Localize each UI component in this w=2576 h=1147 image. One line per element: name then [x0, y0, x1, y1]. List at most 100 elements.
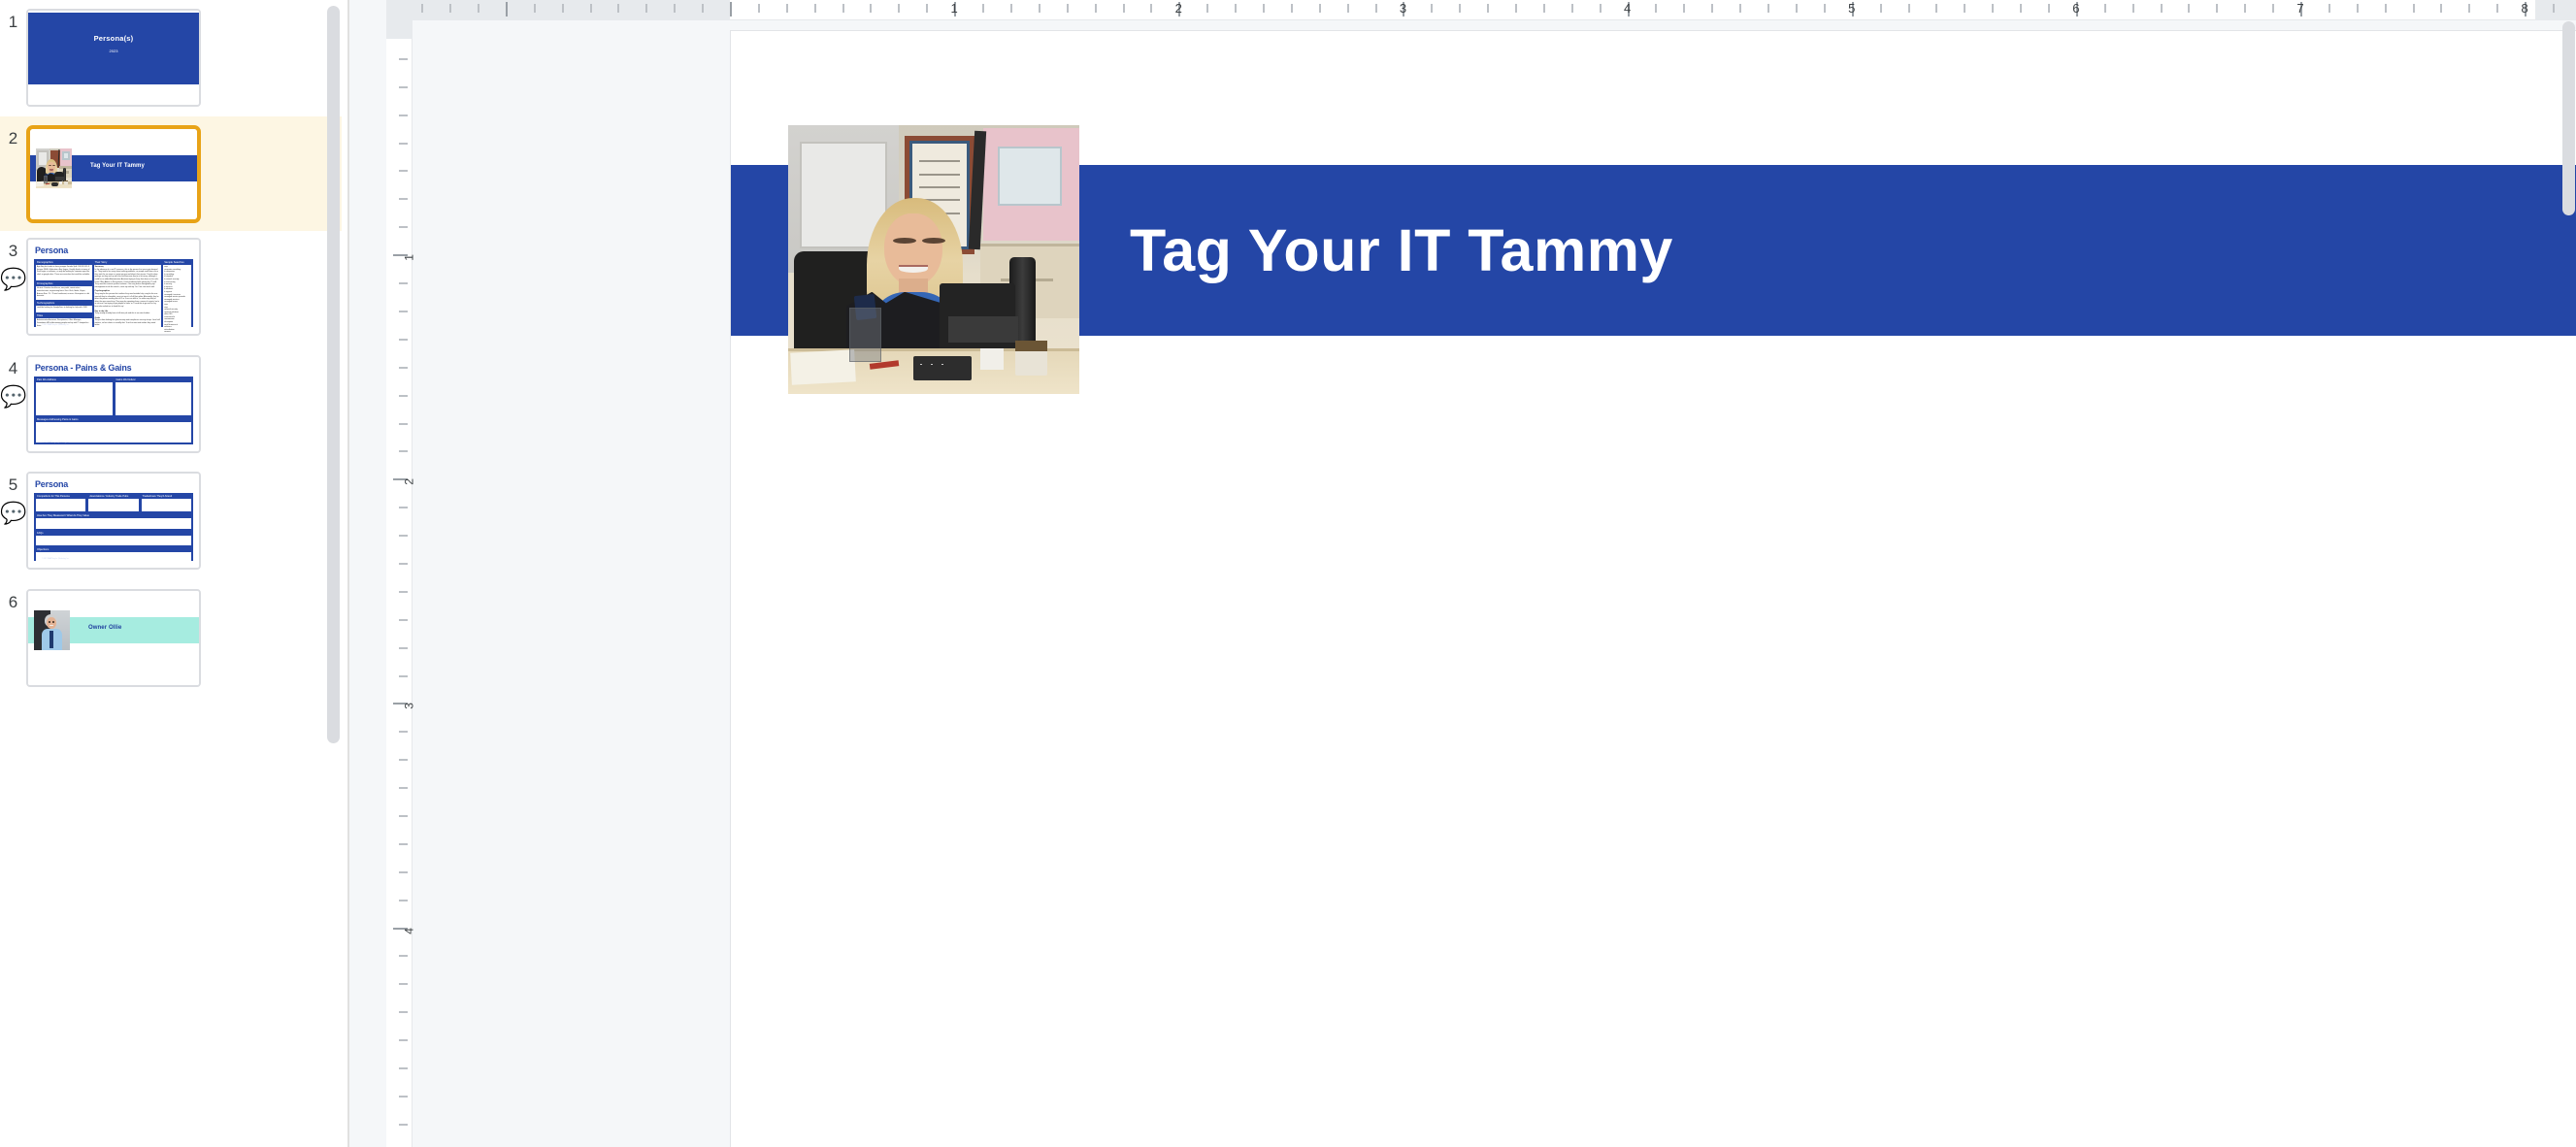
ruler-tick	[399, 282, 408, 285]
ruler-tick	[421, 4, 424, 13]
gains-we-deliver-box[interactable]	[115, 382, 191, 415]
ruler-tick	[1487, 4, 1490, 13]
ruler-tick	[399, 955, 408, 958]
ruler-tick	[399, 590, 408, 593]
slide-thumbnail-frame-4[interactable]: Persona - Pains & Gains Pain We Address …	[26, 355, 201, 453]
slide-thumbnail-6[interactable]: 6 Owner Ollie	[0, 580, 342, 693]
slide-thumbnail-3[interactable]: 3 💬 Persona Demographics Age: Any but te…	[0, 229, 342, 342]
ruler-tick	[1318, 4, 1321, 13]
ruler-tick	[399, 731, 408, 734]
ruler-tick	[1542, 4, 1545, 13]
ruler-tick	[2440, 4, 2443, 13]
ruler-tick	[399, 85, 408, 88]
ruler-tick	[1290, 4, 1293, 13]
ruler-tick	[2188, 4, 2191, 13]
ruler-label-h-5: 5	[1848, 1, 1856, 16]
ruler-label-h-4: 4	[1623, 1, 1632, 16]
competitors-box[interactable]	[36, 499, 86, 511]
thumbnail-panel-scrollbar[interactable]	[327, 6, 340, 743]
slide-number-1: 1	[8, 13, 18, 31]
worksheet-board-3: Demographics Age: Any but tends to skew …	[34, 259, 193, 334]
slide-thumbnail-4[interactable]: 4 💬 Persona - Pains & Gains Pain We Addr…	[0, 346, 342, 459]
slide-thumbnail-5[interactable]: 5 💬 Persona Competitors for This Persona	[0, 463, 342, 575]
ruler-tick	[757, 4, 760, 13]
slide-thumbnail-2[interactable]: 2 Tag Your IT Tammy	[0, 116, 342, 231]
horizontal-ruler[interactable]: 123456789	[413, 0, 2576, 20]
slide-thumbnail-frame-1[interactable]: Persona(s) 2023	[26, 9, 201, 107]
worksheet-board-4: Pain We Address Gains We Deliver Message…	[34, 377, 193, 444]
ruler-tick	[1066, 4, 1069, 13]
canvas-vertical-scrollbar[interactable]	[2562, 21, 2575, 215]
objections-box[interactable]	[36, 552, 191, 563]
slide-thumbnail-1[interactable]: 1 Persona(s) 2023	[0, 0, 342, 113]
slide-editor-window: 1 Persona(s) 2023 2 Tag Your IT Tammy 3 …	[0, 0, 2576, 1147]
ruler-tick	[870, 4, 873, 13]
ruler-tick	[399, 1095, 408, 1098]
persona-photo[interactable]	[788, 125, 1079, 394]
slide-thumbnail-panel[interactable]: 1 Persona(s) 2023 2 Tag Your IT Tammy 3 …	[0, 0, 349, 1147]
ruler-tick	[2553, 4, 2556, 13]
slide-title-text[interactable]: Tag Your IT Tammy	[1130, 165, 1673, 336]
ruler-tick	[1879, 4, 1882, 13]
ruler-tick	[1935, 4, 1938, 13]
vertical-ruler-corner	[386, 0, 413, 39]
current-slide[interactable]: Tag Your IT Tammy	[730, 30, 2576, 1147]
worksheet-footer-3: © 2017 SMARTbug Inc | Marketing, Inc.	[42, 325, 70, 326]
ruler-tick	[730, 2, 732, 16]
ruler-tick	[785, 4, 788, 13]
worksheet-footer-5: © 2017 SMARTbug Inc | Marketing, Inc.	[42, 559, 70, 560]
title-slide-heading: Persona(s)	[93, 34, 134, 43]
faqs-box[interactable]	[36, 535, 191, 546]
psychographics-body: They may be the person that realizes the…	[94, 292, 160, 308]
ruler-tick	[505, 2, 508, 16]
ruler-tick	[399, 646, 408, 649]
ruler-tick	[399, 870, 408, 873]
ruler-tick	[1907, 4, 1910, 13]
ruler-tick	[399, 226, 408, 229]
ruler-tick	[2020, 4, 2023, 13]
vertical-ruler[interactable]: 1234	[386, 0, 416, 1147]
slide-comment-icon-3: 💬	[0, 267, 27, 291]
ruler-tick	[1683, 4, 1686, 13]
slide-thumbnail-frame-3[interactable]: Persona Demographics Age: Any but tends …	[26, 238, 201, 336]
pain-we-address-box[interactable]	[36, 382, 113, 415]
ruler-tick	[1094, 4, 1097, 13]
slide-thumbnail-frame-2[interactable]: Tag Your IT Tammy	[26, 125, 201, 223]
slide-thumbnail-frame-6[interactable]: Owner Ollie	[26, 589, 201, 687]
ruler-tick	[926, 4, 929, 13]
canvas-viewport[interactable]: Tag Your IT Tammy	[413, 21, 2576, 1147]
messages-box[interactable]	[36, 421, 191, 442]
ruler-tick	[399, 57, 408, 60]
worksheet-title-5: Persona	[35, 479, 69, 489]
ruler-tick	[399, 899, 408, 901]
ruler-tick	[2244, 4, 2247, 13]
ruler-tick	[645, 4, 648, 13]
ruler-tick	[1038, 4, 1040, 13]
ruler-tick	[898, 4, 901, 13]
slide-thumbnail-frame-5[interactable]: Persona Competitors for This Persona Ass…	[26, 472, 201, 570]
persona-name-label: Tag Your IT Tammy	[90, 163, 145, 169]
ruler-tick	[399, 983, 408, 986]
ruler-tick	[399, 310, 408, 312]
day-in-life-body: They usually already have a full-time jo…	[94, 312, 150, 315]
ruler-tick	[1992, 4, 1995, 13]
slide-thumbnail-content-5: Persona Competitors for This Persona Ass…	[28, 474, 199, 568]
ruler-tick	[617, 4, 620, 13]
slide-thumbnail-content-4: Persona - Pains & Gains Pain We Address …	[28, 357, 199, 451]
tradeshows-box[interactable]	[141, 499, 191, 511]
ruler-tick	[399, 815, 408, 817]
horizontal-ruler-left-margin	[413, 0, 730, 20]
ruler-tick	[399, 338, 408, 341]
ruler-label-h-7: 7	[2296, 1, 2304, 16]
ruler-tick	[399, 142, 408, 145]
ruler-tick	[399, 674, 408, 677]
ruler-tick	[399, 1123, 408, 1126]
ruler-tick	[589, 4, 592, 13]
slide-number-6: 6	[8, 593, 18, 611]
ruler-tick	[2047, 4, 2050, 13]
worksheet-title-4: Persona - Pains & Gains	[35, 363, 132, 373]
ruler-tick	[1767, 4, 1770, 13]
associations-box[interactable]	[88, 499, 139, 511]
measured-box[interactable]	[36, 517, 191, 529]
ruler-tick	[1235, 4, 1238, 13]
